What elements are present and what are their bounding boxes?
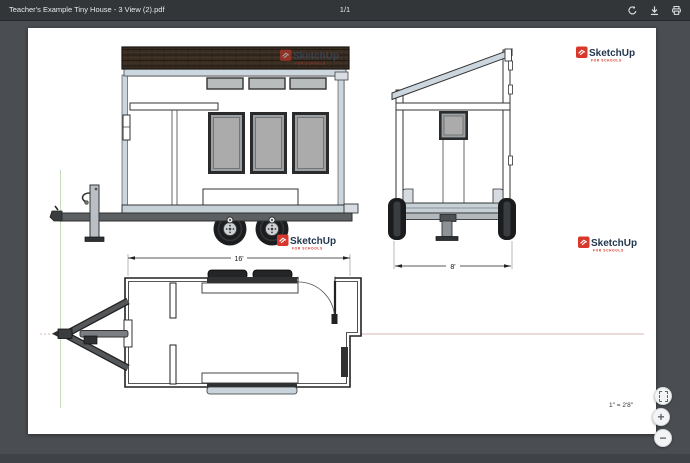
sketchup-logo: SketchUp FOR SCHOOLS xyxy=(578,236,637,253)
sketchup-logo: SketchUp FOR SCHOOLS xyxy=(576,46,635,63)
brand-tagline: FOR SCHOOLS xyxy=(295,62,326,66)
document-title: Teacher's Example Tiny House - 3 View (2… xyxy=(9,5,165,14)
hitch-coupler-front xyxy=(49,210,63,222)
side-window xyxy=(439,111,468,203)
dimension-8ft: 8' xyxy=(393,241,513,271)
viewer-bottom-strip xyxy=(0,454,690,463)
rotate-icon xyxy=(627,5,638,16)
brand-tagline: FOR SCHOOLS xyxy=(292,247,323,251)
zoom-out-button[interactable]: − xyxy=(654,429,672,447)
dim-plan-width-label: 16' xyxy=(234,256,243,263)
print-icon xyxy=(671,5,682,16)
brand-name: SketchUp xyxy=(293,51,339,62)
brand-tagline: FOR SCHOOLS xyxy=(593,249,624,253)
download-button[interactable] xyxy=(646,2,662,18)
pdf-page: 8' 16' SketchUp FOR SCHOOLS SketchUp FOR… xyxy=(28,28,656,434)
sketchup-logo: SketchUp FOR SCHOOLS xyxy=(277,234,336,251)
tiny-house-3view-drawing: 8' 16' SketchUp FOR SCHOOLS SketchUp FOR… xyxy=(40,46,644,409)
pdf-toolbar: Teacher's Example Tiny House - 3 View (2… xyxy=(0,0,690,21)
brand-name: SketchUp xyxy=(589,48,635,59)
clerestory-windows xyxy=(206,77,327,90)
brand-name: SketchUp xyxy=(290,236,336,247)
side-elevation-view: 8' xyxy=(388,48,516,271)
scale-note: 1" = 2'8" xyxy=(609,402,634,409)
zoom-in-button[interactable]: + xyxy=(652,408,670,426)
floor-plan-view: 16' xyxy=(52,253,362,395)
front-windows xyxy=(208,112,329,174)
rotate-button[interactable] xyxy=(624,2,640,18)
front-elevation-view xyxy=(49,46,359,246)
download-icon xyxy=(649,5,660,16)
dim-side-width-label: 8' xyxy=(450,264,455,271)
fit-page-button[interactable] xyxy=(654,387,672,405)
pdf-viewer-window: Teacher's Example Tiny House - 3 View (2… xyxy=(0,0,690,463)
brand-tagline: FOR SCHOOLS xyxy=(591,59,622,63)
trailer-tongue-plan xyxy=(52,297,130,372)
fit-page-icon xyxy=(658,390,668,402)
brand-name: SketchUp xyxy=(591,238,637,249)
print-button[interactable] xyxy=(668,2,684,18)
